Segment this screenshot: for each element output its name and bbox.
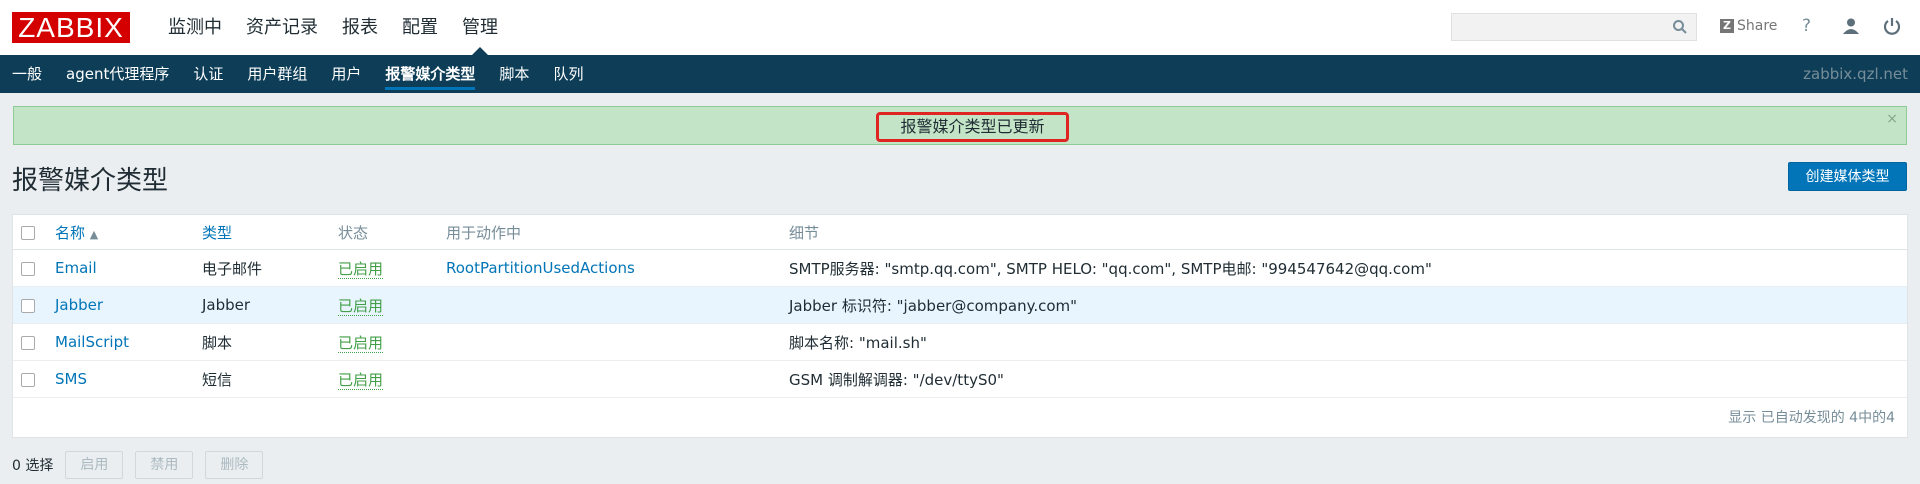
type-cell: 电子邮件 — [202, 249, 338, 287]
sub-nav-bar: 一般 agent代理程序 认证 用户群组 用户 报警媒介类型 脚本 队列 zab… — [0, 55, 1920, 93]
media-types-table: 名称 ▲ 类型 状态 用于动作中 细节 Email 电子邮件 已启用 RootP… — [12, 214, 1908, 438]
sub-nav: 一般 agent代理程序 认证 用户群组 用户 报警媒介类型 脚本 队列 — [0, 55, 1920, 93]
subnav-proxies[interactable]: agent代理程序 — [54, 55, 181, 93]
details-cell: SMTP服务器: "smtp.qq.com", SMTP HELO: "qq.c… — [789, 249, 1907, 287]
subnav-authentication[interactable]: 认证 — [181, 55, 235, 93]
header-details: 细节 — [789, 215, 1907, 250]
server-name: zabbix.qzl.net — [1803, 65, 1908, 83]
details-cell: GSM 调制解调器: "/dev/ttyS0" — [789, 360, 1907, 398]
selected-count: 0 选择 — [12, 458, 54, 474]
zabbix-logo[interactable]: ZABBIX — [12, 12, 130, 43]
nav-configuration[interactable]: 配置 — [390, 0, 450, 55]
header-status: 状态 — [338, 215, 446, 250]
type-cell: 短信 — [202, 360, 338, 398]
used-in-cell: RootPartitionUsedActions — [446, 249, 789, 287]
share-label: Share — [1737, 18, 1778, 34]
user-profile-icon[interactable] — [1842, 17, 1860, 39]
mass-actions: 0 选择 启用 禁用 删除 — [12, 451, 275, 479]
search-input[interactable] — [1452, 14, 1678, 40]
header-type[interactable]: 类型 — [202, 215, 338, 250]
help-icon[interactable]: ? — [1802, 16, 1811, 36]
success-message: 报警媒介类型已更新 × — [13, 106, 1907, 145]
row-checkbox-cell — [13, 249, 55, 287]
top-header: ZABBIX 监测中 资产记录 报表 配置 管理 Z Share ? — [0, 0, 1920, 55]
nav-inventory[interactable]: 资产记录 — [234, 0, 330, 55]
status-cell: 已启用 — [338, 286, 446, 324]
row-checkbox-cell — [13, 323, 55, 361]
row-checkbox[interactable] — [21, 372, 35, 387]
subnav-users[interactable]: 用户 — [319, 55, 373, 93]
search-icon[interactable] — [1672, 19, 1688, 39]
delete-button[interactable]: 删除 — [205, 451, 264, 479]
media-type-link[interactable]: Email — [55, 259, 97, 277]
name-cell: MailScript — [55, 323, 202, 361]
row-checkbox[interactable] — [21, 298, 35, 313]
row-checkbox[interactable] — [21, 261, 35, 276]
media-type-link[interactable]: MailScript — [55, 333, 129, 351]
select-all-cell — [13, 215, 55, 250]
type-cell: Jabber — [202, 286, 338, 324]
disable-button[interactable]: 禁用 — [135, 451, 194, 479]
row-checkbox-cell — [13, 286, 55, 324]
row-checkbox-cell — [13, 360, 55, 398]
sort-asc-icon: ▲ — [89, 227, 99, 241]
header-type-label[interactable]: 类型 — [202, 224, 232, 242]
status-toggle[interactable]: 已启用 — [338, 296, 384, 316]
status-cell: 已启用 — [338, 249, 446, 287]
close-icon[interactable]: × — [1886, 111, 1898, 127]
name-cell: SMS — [55, 360, 202, 398]
table-footer-count: 显示 已自动发现的 4中的4 — [1728, 410, 1895, 426]
message-text: 报警媒介类型已更新 — [876, 112, 1069, 142]
table-row: Email 电子邮件 已启用 RootPartitionUsedActions … — [13, 249, 1907, 287]
status-toggle[interactable]: 已启用 — [338, 259, 384, 279]
main-nav: 监测中 资产记录 报表 配置 管理 — [156, 0, 510, 55]
subnav-general[interactable]: 一般 — [0, 55, 54, 93]
table-row: Jabber Jabber 已启用 Jabber 标识符: "jabber@co… — [13, 286, 1907, 324]
subnav-user-groups[interactable]: 用户群组 — [235, 55, 319, 93]
row-checkbox[interactable] — [21, 335, 35, 350]
used-in-cell — [446, 323, 789, 361]
enable-button[interactable]: 启用 — [65, 451, 124, 479]
used-in-cell — [446, 360, 789, 398]
status-cell: 已启用 — [338, 323, 446, 361]
details-cell: 脚本名称: "mail.sh" — [789, 323, 1907, 361]
status-cell: 已启用 — [338, 360, 446, 398]
create-media-type-button[interactable]: 创建媒体类型 — [1788, 162, 1907, 191]
header-name-label[interactable]: 名称 — [55, 224, 85, 242]
action-link[interactable]: RootPartitionUsedActions — [446, 259, 635, 277]
search-box — [1451, 13, 1697, 41]
nav-monitoring[interactable]: 监测中 — [156, 0, 234, 55]
zabbix-share-icon: Z — [1720, 19, 1734, 33]
status-toggle[interactable]: 已启用 — [338, 370, 384, 390]
nav-administration[interactable]: 管理 — [450, 0, 510, 55]
header-used-in: 用于动作中 — [446, 215, 789, 250]
sign-out-icon[interactable] — [1883, 17, 1901, 39]
table-header-row: 名称 ▲ 类型 状态 用于动作中 细节 — [13, 215, 1907, 250]
table-row: MailScript 脚本 已启用 脚本名称: "mail.sh" — [13, 323, 1907, 361]
subnav-queue[interactable]: 队列 — [541, 55, 595, 93]
table-row: SMS 短信 已启用 GSM 调制解调器: "/dev/ttyS0" — [13, 360, 1907, 398]
share-link[interactable]: Z Share — [1720, 18, 1777, 34]
subnav-scripts[interactable]: 脚本 — [487, 55, 541, 93]
status-toggle[interactable]: 已启用 — [338, 333, 384, 353]
media-type-link[interactable]: Jabber — [55, 296, 103, 314]
details-cell: Jabber 标识符: "jabber@company.com" — [789, 286, 1907, 324]
type-cell: 脚本 — [202, 323, 338, 361]
media-type-link[interactable]: SMS — [55, 370, 87, 388]
name-cell: Email — [55, 249, 202, 287]
select-all-checkbox[interactable] — [21, 225, 35, 240]
name-cell: Jabber — [55, 286, 202, 324]
nav-reports[interactable]: 报表 — [330, 0, 390, 55]
subnav-media-types[interactable]: 报警媒介类型 — [373, 55, 487, 93]
page-title: 报警媒介类型 — [12, 166, 169, 196]
used-in-cell — [446, 286, 789, 324]
header-name[interactable]: 名称 ▲ — [55, 215, 202, 250]
